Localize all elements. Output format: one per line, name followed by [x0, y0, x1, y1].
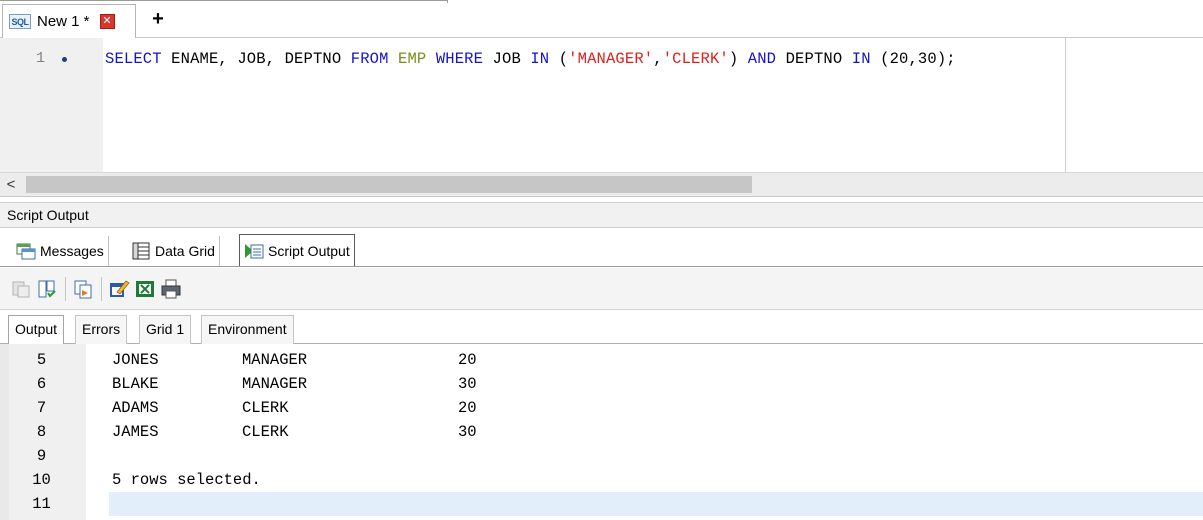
sql-token: IN	[851, 50, 871, 68]
editor-gutter: 1	[0, 38, 103, 172]
sql-token: SELECT	[105, 50, 162, 68]
output-line: 5 JONES MANAGER 20	[9, 348, 1203, 372]
output-cell-job: CLERK	[242, 399, 289, 417]
output-line: 10 5 rows selected.	[9, 468, 1203, 492]
output-cell-job: MANAGER	[242, 351, 308, 369]
output-cell-ename: 5 rows selected.	[112, 471, 261, 489]
tab-errors[interactable]: Errors	[75, 315, 128, 344]
toolbar-separator	[101, 277, 102, 301]
sql-token: 'CLERK'	[662, 50, 729, 68]
excel-export-icon[interactable]	[134, 278, 156, 300]
output-toolbar	[0, 268, 1203, 310]
sql-file-icon: SQL	[9, 14, 31, 29]
sql-editor[interactable]: 1 SELECT ENAME, JOB, DEPTNO FROM EMP WHE…	[0, 38, 1203, 172]
current-line-highlight	[109, 492, 1203, 516]
output-line-number: 8	[36, 423, 47, 441]
sql-token: EMP	[398, 50, 427, 68]
editor-horizontal-scrollbar[interactable]: <	[0, 172, 1203, 197]
output-line-number: 9	[36, 447, 47, 465]
output-cell-ename: ADAMS	[112, 399, 159, 417]
tab-grid-1[interactable]: Grid 1	[139, 315, 192, 344]
toolbar-separator	[65, 277, 66, 301]
messages-icon	[16, 242, 36, 260]
sql-token: ENAME, JOB, DEPTNO	[161, 50, 351, 68]
sql-token: )	[728, 50, 748, 68]
sql-token: WHERE	[435, 50, 484, 68]
tab-script-output[interactable]: Script Output	[239, 234, 355, 266]
sql-code-line[interactable]: SELECT ENAME, JOB, DEPTNO FROM EMP WHERE…	[105, 50, 956, 68]
panel-title: Script Output	[0, 202, 1203, 228]
output-line-number: 7	[36, 399, 47, 417]
editor-tab-title: New 1 *	[37, 13, 90, 30]
output-line-number: 10	[32, 471, 51, 489]
output-cell-ename: JONES	[112, 351, 159, 369]
tab-data-grid[interactable]: Data Grid	[127, 236, 220, 266]
output-line: 7 ADAMS CLERK 20	[9, 396, 1203, 420]
sql-token: (	[549, 50, 569, 68]
tab-data-grid-label: Data Grid	[155, 243, 215, 259]
right-margin-line	[1065, 38, 1066, 172]
output-cell-ename: BLAKE	[112, 375, 159, 393]
sql-token: FROM	[350, 50, 389, 68]
output-line-number: 11	[32, 495, 51, 513]
sql-token: JOB	[483, 50, 531, 68]
tab-output[interactable]: Output	[8, 315, 65, 345]
output-cell-deptno: 30	[458, 423, 477, 441]
output-line: 6 BLAKE MANAGER 30	[9, 372, 1203, 396]
editor-tab-bar: SQL New 1 * ✕ +	[0, 0, 1203, 38]
tab-messages-label: Messages	[40, 243, 104, 259]
new-tab-button[interactable]: +	[148, 9, 168, 31]
close-tab-icon[interactable]: ✕	[99, 14, 115, 29]
sql-token: 'MANAGER'	[568, 50, 654, 68]
scroll-left-icon[interactable]: <	[0, 173, 22, 197]
sql-token: AND	[747, 50, 777, 68]
tab-messages[interactable]: Messages	[12, 236, 109, 266]
output-line-number: 5	[36, 351, 47, 369]
output-cell-deptno: 20	[458, 399, 477, 417]
script-output-icon	[244, 242, 264, 260]
current-line-marker-icon	[62, 57, 67, 62]
print-icon[interactable]	[160, 278, 182, 300]
output-cell-job: MANAGER	[242, 375, 308, 393]
output-line-number: 6	[36, 375, 47, 393]
tab-script-output-label: Script Output	[268, 242, 350, 259]
sql-token: (20,30);	[870, 50, 956, 68]
edit-icon[interactable]	[108, 278, 130, 300]
output-line: 9	[9, 444, 1203, 468]
tab-environment[interactable]: Environment	[201, 315, 294, 344]
output-cell-deptno: 30	[458, 375, 477, 393]
line-number: 1	[36, 50, 46, 67]
output-cell-ename: JAMES	[112, 423, 159, 441]
output-subtabs: Output Errors Grid 1 Environment	[0, 312, 1203, 345]
data-grid-icon	[131, 242, 151, 260]
output-cell-job: CLERK	[242, 423, 289, 441]
sql-token: DEPTNO	[776, 50, 852, 68]
clear-icon[interactable]	[10, 278, 32, 300]
copy-icon[interactable]	[72, 278, 94, 300]
tab-bar-top-line	[0, 0, 448, 3]
result-tabs: Messages Data Grid Script Output	[0, 233, 1203, 267]
output-line: 8 JAMES CLERK 30	[9, 420, 1203, 444]
script-output-area[interactable]: 5 JONES MANAGER 20 6 BLAKE MANAGER 30 7 ADAMS CLER…	[0, 344, 1203, 520]
editor-tab-new1[interactable]: SQL New 1 * ✕	[2, 4, 136, 38]
sql-token: ,	[653, 50, 663, 68]
find-icon[interactable]	[36, 278, 58, 300]
output-cell-deptno: 20	[458, 351, 477, 369]
scrollbar-thumb[interactable]	[26, 176, 752, 193]
output-line: 11	[9, 492, 1203, 516]
sql-token: IN	[530, 50, 550, 68]
